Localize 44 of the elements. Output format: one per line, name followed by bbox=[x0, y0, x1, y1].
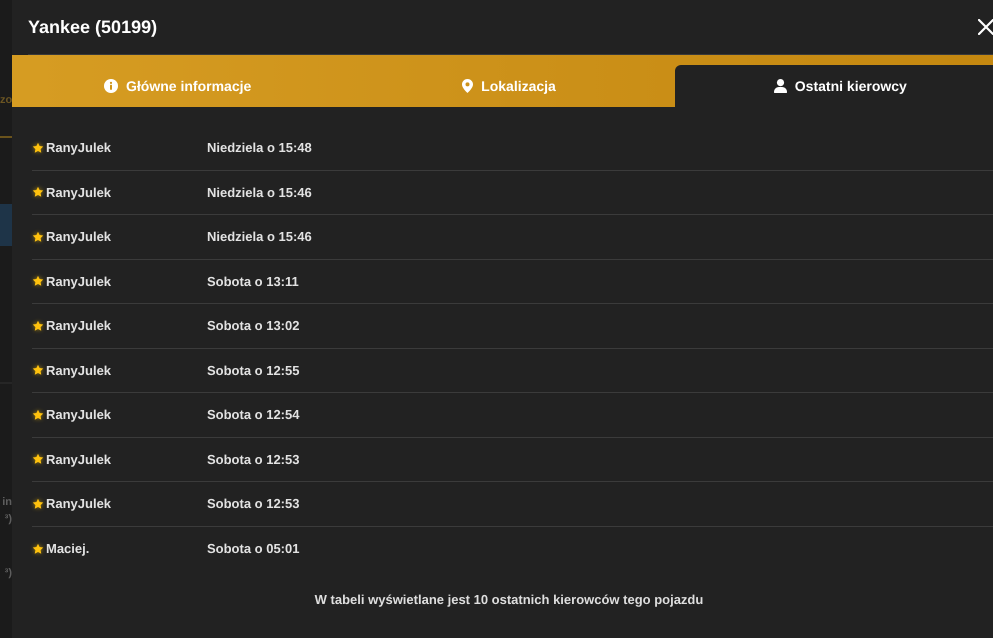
drive-time: Sobota o 12:54 bbox=[207, 407, 300, 422]
tab[interactable]: Ostatni kierowcy bbox=[674, 65, 993, 107]
tab[interactable]: Lokalizacja bbox=[343, 65, 675, 107]
star-icon bbox=[32, 498, 44, 510]
driver-name: RanyJulek bbox=[46, 407, 112, 422]
driver-name: RanyJulek bbox=[46, 274, 112, 289]
background-text: ³) bbox=[4, 566, 12, 581]
driver-name: RanyJulek bbox=[46, 362, 112, 378]
drive-time: Sobota o 05:01 bbox=[207, 541, 300, 556]
info-icon bbox=[104, 79, 118, 93]
star-icon bbox=[32, 230, 44, 243]
driver-name: RanyJulek bbox=[46, 140, 112, 156]
driver-name: RanyJulek bbox=[46, 229, 112, 244]
user-icon bbox=[774, 79, 787, 93]
tab[interactable]: Główne informacje bbox=[12, 65, 344, 107]
drive-time: Niedziela o 15:46 bbox=[207, 229, 312, 244]
table-note: W tabeli wyświetlane jest 10 ostatnich kierowców tego pojazdu bbox=[314, 592, 704, 607]
driver-name: Maciej. bbox=[46, 541, 90, 556]
drive-time: Sobota o 13:02 bbox=[207, 318, 300, 334]
drive-time: Sobota o 12:53 bbox=[207, 496, 300, 512]
drive-time: Sobota o 13:11 bbox=[207, 274, 299, 289]
star-icon bbox=[32, 320, 44, 332]
driver-name: RanyJulek bbox=[46, 184, 112, 200]
drive-time: Niedziela o 15:46 bbox=[207, 184, 312, 200]
star-icon bbox=[32, 364, 44, 376]
close-icon bbox=[978, 19, 993, 35]
driver-name: RanyJulek bbox=[46, 496, 112, 512]
background-text: ³) bbox=[4, 512, 12, 527]
drive-time: Sobota o 12:55 bbox=[207, 362, 300, 378]
drive-time: Sobota o 12:53 bbox=[207, 452, 300, 467]
drive-time: Niedziela o 15:48 bbox=[207, 140, 312, 156]
star-icon bbox=[32, 186, 44, 198]
close-button[interactable] bbox=[978, 19, 993, 35]
driver-name: RanyJulek bbox=[46, 452, 112, 467]
background-text: in bbox=[1, 495, 12, 510]
driver-name: RanyJulek bbox=[46, 318, 112, 334]
star-icon bbox=[32, 408, 44, 421]
background-text: zo bbox=[0, 93, 12, 108]
star-icon bbox=[32, 453, 44, 466]
modal-title: Yankee (50199) bbox=[28, 16, 158, 38]
star-icon bbox=[32, 542, 44, 555]
map-pin-icon bbox=[462, 79, 474, 93]
star-icon bbox=[32, 275, 44, 288]
star-icon bbox=[32, 142, 44, 154]
